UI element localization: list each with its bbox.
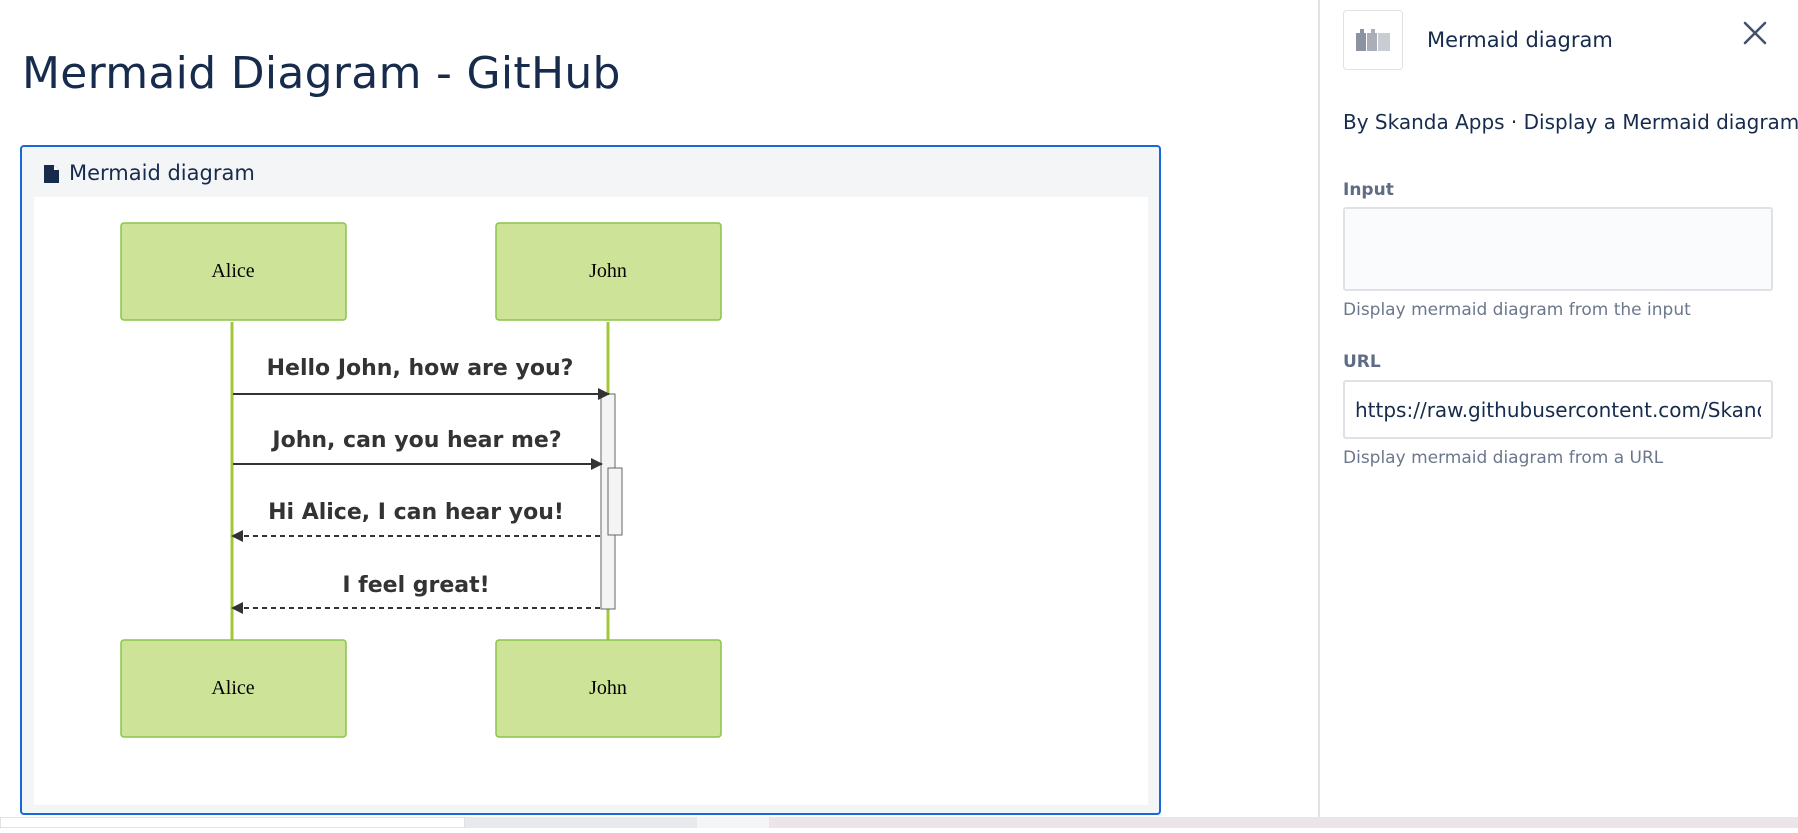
message-1-label: Hello John, how are you? [267, 356, 574, 381]
actor-alice-top: Alice [120, 222, 347, 321]
app-logo-icon [1343, 10, 1403, 70]
bottom-scrollbar[interactable] [0, 815, 1798, 829]
url-input[interactable] [1345, 382, 1771, 437]
close-icon[interactable] [1740, 18, 1770, 48]
url-label: URL [1343, 352, 1381, 372]
message-2-label: John, can you hear me? [270, 428, 561, 453]
macro-header-label: Mermaid diagram [69, 161, 255, 185]
message-4-label: I feel great! [342, 573, 489, 598]
url-help-text: Display mermaid diagram from a URL [1343, 448, 1664, 468]
actor-john-top-label: John [589, 260, 627, 282]
message-3-label: Hi Alice, I can hear you! [268, 500, 564, 525]
input-help-text: Display mermaid diagram from the input [1343, 300, 1691, 320]
actor-alice-bottom-label: Alice [211, 677, 254, 699]
macro-config-panel: Mermaid diagram By Skanda Apps · Display… [1318, 0, 1798, 826]
macro-header: Mermaid diagram [44, 161, 255, 185]
diagram-canvas: Alice John Hello John, how are you? John… [34, 197, 1148, 805]
input-field[interactable] [1343, 207, 1773, 291]
actor-john-bottom-label: John [589, 677, 627, 699]
activation-box-2 [607, 467, 623, 536]
page-title: Mermaid Diagram - GitHub [22, 48, 621, 99]
url-field[interactable] [1343, 380, 1773, 439]
actor-alice-top-label: Alice [211, 260, 254, 282]
mermaid-macro[interactable]: Mermaid diagram Alice John Hello John, h… [20, 145, 1161, 815]
input-label: Input [1343, 180, 1394, 200]
input-textarea[interactable] [1345, 209, 1771, 289]
actor-john-top: John [495, 222, 722, 321]
document-icon [44, 164, 59, 183]
actor-alice-bottom: Alice [120, 639, 347, 738]
app-description: By Skanda Apps · Display a Mermaid diagr… [1343, 110, 1798, 134]
actor-john-bottom: John [495, 639, 722, 738]
app-name: Mermaid diagram [1427, 28, 1613, 52]
